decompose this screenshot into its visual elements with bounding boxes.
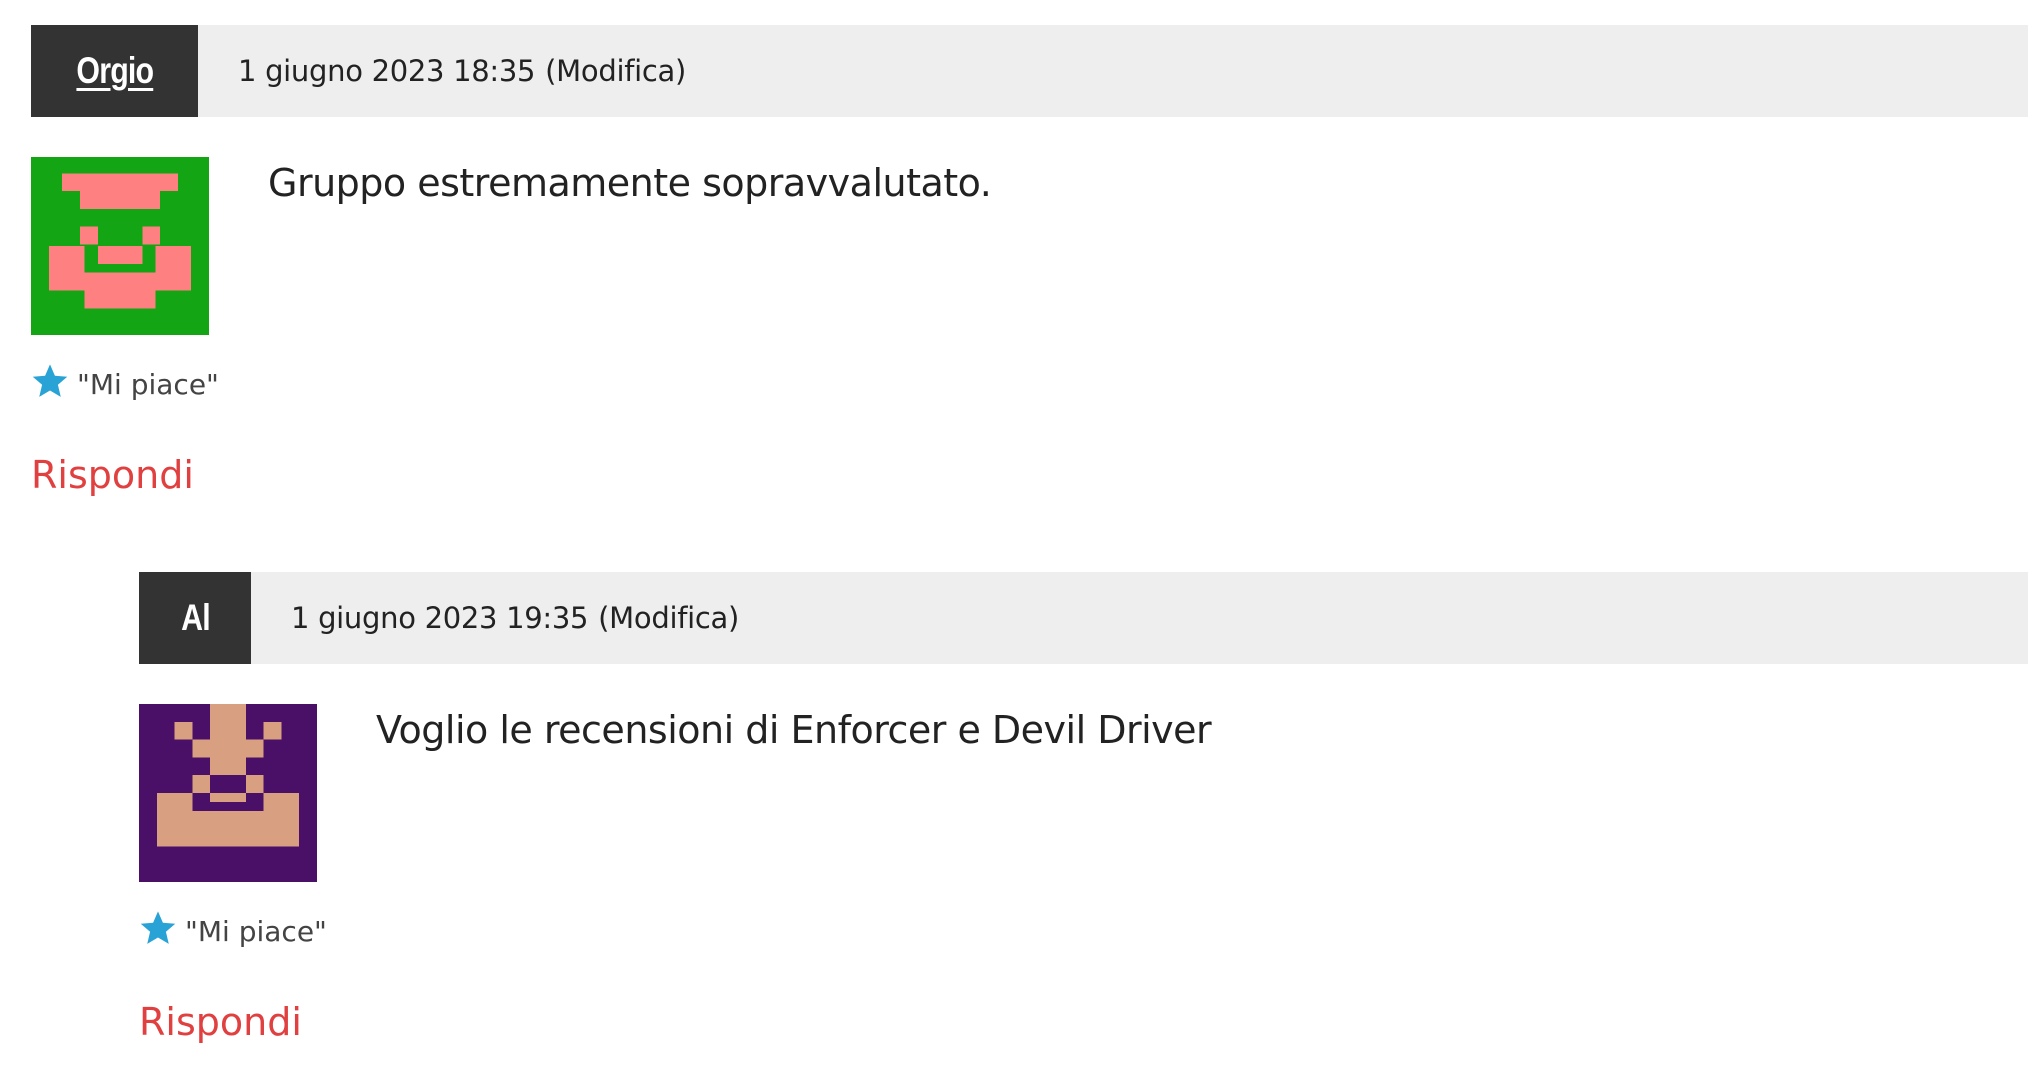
like-label[interactable]: "Mi piace" bbox=[77, 362, 219, 401]
edit-link[interactable]: (Modifica) bbox=[598, 601, 739, 635]
comment-date: 1 giugno 2023 19:35 (Modifica) bbox=[251, 572, 739, 664]
comment-body: Voglio le recensioni di Enforcer e Devil… bbox=[139, 704, 2028, 882]
comment-date: 1 giugno 2023 18:35 (Modifica) bbox=[198, 25, 686, 117]
like-button[interactable]: "Mi piace" bbox=[31, 359, 2028, 403]
comment: Orgio 1 giugno 2023 18:35 (Modifica) Gru… bbox=[31, 25, 2028, 497]
author-name: Al bbox=[180, 597, 211, 638]
reply-link[interactable]: Rispondi bbox=[31, 453, 194, 497]
comment-text: Gruppo estremamente sopravvalutato. bbox=[268, 161, 992, 205]
comment-author: Al bbox=[139, 572, 251, 664]
author-name[interactable]: Orgio bbox=[76, 50, 154, 92]
comment-meta-bar: Al 1 giugno 2023 19:35 (Modifica) bbox=[139, 572, 2028, 664]
identicon-avatar bbox=[31, 157, 209, 335]
identicon-avatar bbox=[139, 704, 317, 882]
comment-author-link[interactable]: Orgio bbox=[31, 25, 198, 117]
avatar bbox=[31, 157, 209, 335]
comment-timestamp: 1 giugno 2023 19:35 bbox=[291, 601, 589, 635]
comment-meta-bar: Orgio 1 giugno 2023 18:35 (Modifica) bbox=[31, 25, 2028, 117]
comment-text: Voglio le recensioni di Enforcer e Devil… bbox=[376, 708, 1212, 752]
like-button[interactable]: "Mi piace" bbox=[139, 906, 2028, 950]
comment-reply: Al 1 giugno 2023 19:35 (Modifica) Voglio… bbox=[139, 572, 2028, 1044]
reply-link[interactable]: Rispondi bbox=[139, 1000, 302, 1044]
avatar bbox=[139, 704, 317, 882]
star-icon[interactable] bbox=[139, 909, 177, 947]
star-icon[interactable] bbox=[31, 362, 69, 400]
comment-body: Gruppo estremamente sopravvalutato. bbox=[31, 157, 2028, 335]
comment-timestamp: 1 giugno 2023 18:35 bbox=[238, 54, 536, 88]
edit-link[interactable]: (Modifica) bbox=[545, 54, 686, 88]
like-label[interactable]: "Mi piace" bbox=[185, 909, 327, 948]
